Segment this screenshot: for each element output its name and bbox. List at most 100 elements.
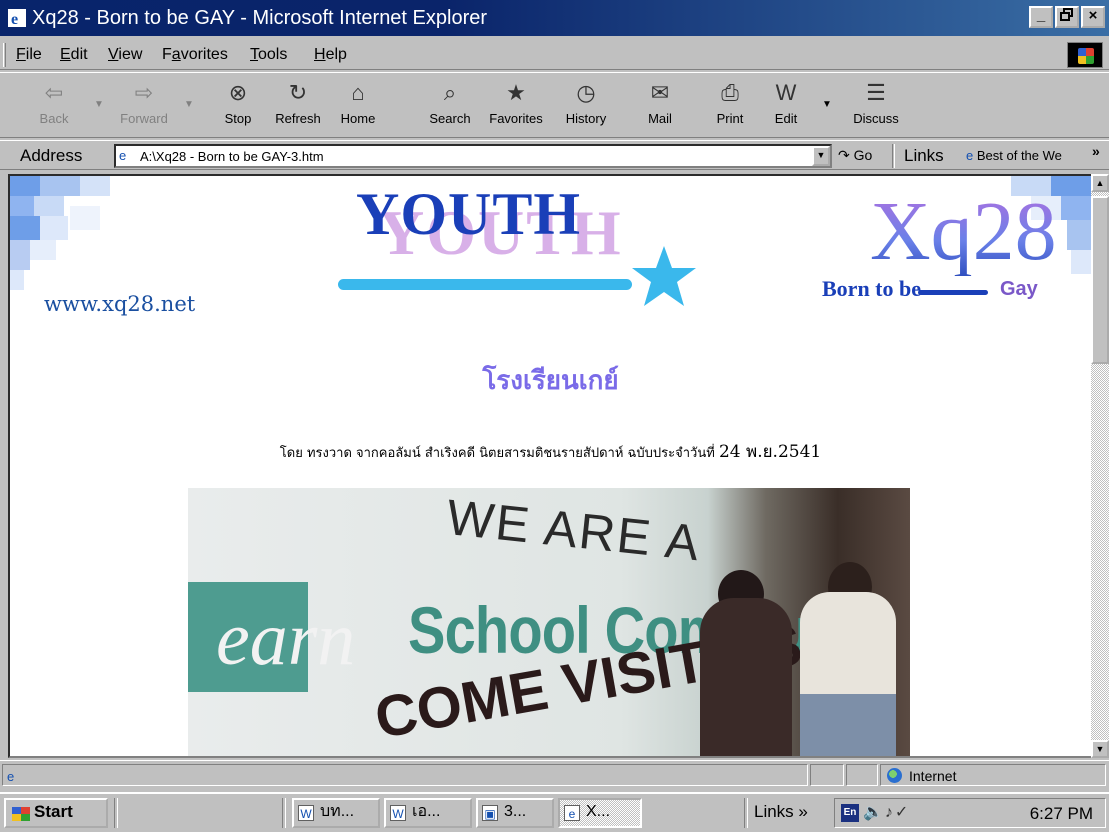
task-label: บท... [320,803,355,820]
title-bar[interactable]: e Xq28 - Born to be GAY - Microsoft Inte… [0,0,1109,36]
close-button[interactable]: × [1081,6,1105,28]
task-button-word-2[interactable]: W เอ... [384,798,472,828]
banner-underline [338,279,632,290]
links-separator [892,144,895,168]
menu-view[interactable]: View [108,46,142,64]
edit-dropdown-icon[interactable]: ▼ [822,99,832,110]
mail-label: Mail [648,111,672,126]
refresh-icon: ↻ [288,80,308,105]
discuss-button[interactable]: ☰ Discuss [846,77,906,133]
stop-button[interactable]: ⊗ Stop [208,77,268,133]
task-button-word-1[interactable]: W บท... [292,798,380,828]
byline-text: โดย ทรงวาด จากคอลัมน์ สำเริงคดี นิตยสารม… [279,446,715,461]
favorites-label: Favorites [489,111,543,126]
window-title: Xq28 - Born to be GAY - Microsoft Intern… [32,7,488,29]
article-heading: โรงเรียนเกย์ [482,366,619,396]
taskbar-separator [282,798,286,828]
clock[interactable]: 6:27 PM [1030,804,1093,824]
scroll-down-button[interactable]: ▼ [1091,740,1109,758]
window-icon: ▣ [482,805,498,821]
volume-icon[interactable]: 🔈 [863,804,885,821]
address-dropdown-button[interactable]: ▼ [812,146,830,166]
task-button-window[interactable]: ▣ 3... [476,798,554,828]
edit-icon: W [775,80,797,105]
restore-button[interactable] [1055,6,1079,28]
menu-accel: T [250,46,258,63]
address-label: Address [20,146,83,165]
page-icon: e [119,148,127,163]
favorites-icon: ★ [506,80,526,105]
menu-help[interactable]: Help [314,46,347,64]
stop-label: Stop [224,111,252,126]
go-button[interactable]: ↷ Go [838,147,872,164]
logo-gay-text: Gay [1000,278,1038,300]
menu-accel: a [171,46,181,63]
zone-label: Internet [909,768,957,784]
forward-label: Forward [120,111,168,126]
links-label[interactable]: Links [904,146,944,166]
standard-toolbar: ⇦ Back ▼ ⇨ Forward ▼ ⊗ Stop ↻ Refresh ⌂ Home … [0,72,1109,138]
search-button[interactable]: ⌕ Search [420,77,480,133]
page-content: www.xq28.net YOUTH YOUTH Xq28 Born to be… [8,174,1093,758]
tray-icons[interactable]: 🔈♪✓ [863,802,910,822]
menu-accel: F [16,46,26,63]
menu-accel: V [108,46,119,63]
forward-button[interactable]: ⇨ Forward [114,77,174,133]
menu-tools[interactable]: Tools [250,46,287,64]
minimize-button[interactable]: _ [1029,6,1053,28]
back-arrow-icon: ⇦ [44,80,64,105]
refresh-label: Refresh [275,111,321,126]
favorites-button[interactable]: ★ Favorites [486,77,546,133]
print-icon: ⎙ [721,80,739,105]
back-button[interactable]: ⇦ Back [24,77,84,133]
music-icon[interactable]: ♪ [885,804,895,821]
language-indicator[interactable]: En [841,804,859,822]
article-byline: โดย ทรงวาด จากคอลัมน์ สำเริงคดี นิตยสารม… [10,438,1091,465]
taskbar-links-toolbar[interactable]: Links » [754,802,808,822]
back-label: Back [39,111,69,126]
mail-button[interactable]: ✉ Mail [630,77,690,133]
edit-button[interactable]: W Edit [756,77,816,133]
start-button[interactable]: Start [4,798,108,828]
back-dropdown-icon[interactable]: ▼ [94,99,104,110]
menu-edit[interactable]: Edit [60,46,88,64]
windows-logo-icon [1067,42,1103,68]
scroll-thumb[interactable] [1091,196,1109,364]
history-label: History [565,111,607,126]
task-button-ie[interactable]: e X... [558,798,642,828]
home-label: Home [340,111,376,126]
history-button[interactable]: ◷ History [556,77,616,133]
task-label: X... [586,803,611,820]
discuss-label: Discuss [853,111,899,126]
menu-label-post: dit [70,46,88,63]
home-icon: ⌂ [351,80,365,105]
photo-person-jeans [800,694,896,756]
address-input[interactable]: e A:\Xq28 - Born to be GAY-3.htm ▼ [114,144,832,168]
links-more-chevron[interactable]: » [1092,143,1100,159]
menu-label-pre: F [162,46,172,63]
menu-label-post: vorites [180,46,228,63]
refresh-button[interactable]: ↻ Refresh [268,77,328,133]
xq28-logo: Xq28 [870,185,1057,278]
print-button[interactable]: ⎙ Print [700,77,760,133]
vertical-scrollbar[interactable]: ▲ ▼ [1091,174,1109,758]
home-button[interactable]: ⌂ Home [328,77,388,133]
links-best-of-web[interactable]: e Best of the We [966,148,1088,163]
go-arrow-icon: ↷ [838,147,850,163]
ie-app-icon[interactable]: e [8,9,26,27]
address-value[interactable]: A:\Xq28 - Born to be GAY-3.htm [140,149,324,164]
task-label: เอ... [412,803,441,820]
menu-label-post: ile [25,46,42,63]
menu-favorites[interactable]: Favorites [162,46,228,64]
menu-file[interactable]: File [16,46,42,64]
tray-app-icon[interactable]: ✓ [895,804,910,821]
logo-swoosh [918,290,988,295]
taskbar-separator [114,798,118,828]
status-pane [810,764,844,786]
status-pane [846,764,878,786]
scroll-up-button[interactable]: ▲ [1091,174,1109,192]
forward-dropdown-icon[interactable]: ▼ [184,99,194,110]
edit-label: Edit [774,111,798,126]
menubar-grip[interactable] [3,43,6,67]
browser-window: e Xq28 - Born to be GAY - Microsoft Inte… [0,0,1109,792]
